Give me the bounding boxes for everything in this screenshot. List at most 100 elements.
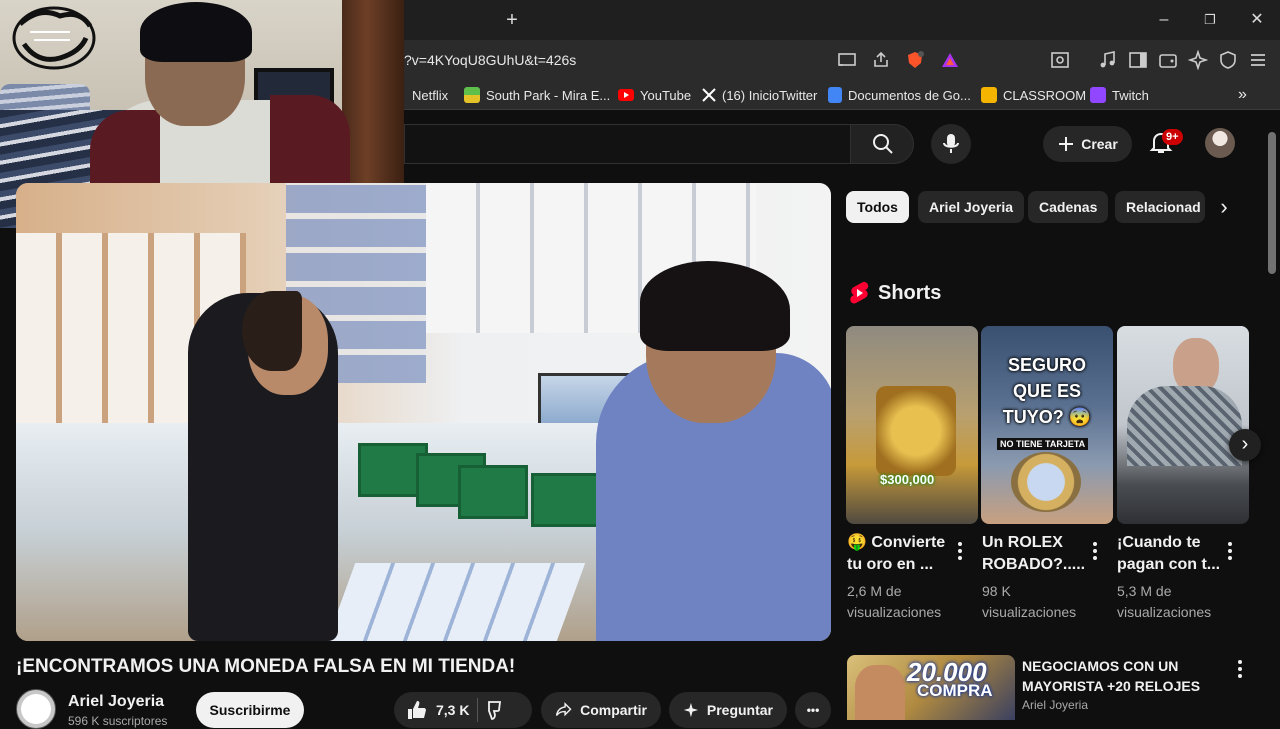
short-views: 98 K visualizaciones: [982, 583, 1077, 620]
video-player[interactable]: [16, 183, 831, 641]
page-scrollbar[interactable]: [1268, 132, 1276, 274]
minimize-button[interactable]: –: [1152, 8, 1176, 32]
bookmark-label: Twitch: [1112, 87, 1149, 103]
wallet-icon[interactable]: [1158, 50, 1178, 70]
classroom-icon: [981, 87, 997, 103]
chip-relacionados[interactable]: Relacionad: [1115, 191, 1205, 223]
account-avatar[interactable]: [1205, 128, 1235, 158]
share-icon[interactable]: [871, 50, 891, 70]
bookmark-youtube[interactable]: YouTube: [618, 86, 691, 104]
channel-avatar[interactable]: [16, 689, 56, 729]
short-title[interactable]: ¡Cuando te pagan con t...: [1117, 532, 1229, 576]
bookmark-twitter[interactable]: (16) InicioTwitter: [702, 86, 817, 104]
thumb-overlay-subtext: COMPRA: [917, 681, 993, 700]
like-button[interactable]: 7,3 K: [406, 699, 469, 721]
person-shirt: [1127, 386, 1242, 466]
more-vert-icon[interactable]: [1235, 658, 1245, 680]
plus-icon: [1059, 137, 1074, 151]
bookmarks-more-button[interactable]: »: [1238, 86, 1247, 104]
share-button[interactable]: Compartir: [541, 692, 661, 728]
like-count: 7,3 K: [436, 702, 470, 718]
video-scene-display-case: [326, 563, 586, 641]
bookmark-netflix[interactable]: Netflix: [412, 86, 448, 104]
more-vert-icon[interactable]: [955, 540, 965, 562]
ask-label: Preguntar: [706, 702, 773, 718]
recommendation-channel[interactable]: Ariel Joyeria: [1022, 698, 1088, 712]
short-views: 2,6 M de visualizaciones: [847, 583, 942, 620]
video-scene-watch-box: [531, 473, 601, 527]
extension-search-icon[interactable]: [1050, 50, 1070, 70]
shorts-heading-label: Shorts: [878, 281, 942, 304]
voice-search-button[interactable]: [931, 124, 971, 164]
bookmark-label: Documentos de Go...: [848, 87, 971, 103]
leo-ai-icon[interactable]: [1188, 50, 1208, 70]
south-park-icon: [464, 87, 480, 103]
close-button[interactable]: ✕: [1245, 8, 1269, 32]
short-overlay-subtext: NO TIENE TARJETA: [997, 438, 1089, 450]
more-vert-icon[interactable]: [1090, 540, 1100, 562]
recommendation-title[interactable]: NEGOCIAMOS CON UN MAYORISTA +20 RELOJES: [1022, 656, 1222, 696]
share-arrow-icon: [555, 702, 572, 717]
chip-todos[interactable]: Todos: [846, 191, 909, 223]
bookmark-classroom[interactable]: CLASSROOM: [981, 86, 1086, 104]
youtube-icon: [618, 89, 634, 101]
twitch-icon: [1090, 87, 1106, 103]
create-button[interactable]: Crear: [1043, 126, 1132, 162]
bookmark-south-park[interactable]: South Park - Mira E...: [464, 86, 610, 104]
person-figure: [855, 665, 905, 720]
search-button[interactable]: [850, 124, 914, 164]
short-thumbnail[interactable]: SEGURO QUE ES TUYO? 😨 NO TIENE TARJETA: [981, 326, 1113, 524]
short-views: 5,3 M de visualizaciones: [1117, 583, 1212, 620]
thumbs-down-icon[interactable]: [486, 699, 508, 721]
subscriber-count: 596 K suscriptores: [68, 714, 168, 728]
short-overlay-text: SEGURO QUE ES TUYO? 😨: [1002, 355, 1092, 427]
rolex-watch: [1011, 452, 1081, 512]
hoodo-boys-logo: [12, 6, 96, 70]
bookmark-label: South Park - Mira E...: [486, 87, 611, 103]
brave-rewards-icon[interactable]: [940, 50, 960, 70]
subscribe-button[interactable]: Suscribirme: [196, 692, 304, 728]
microphone-icon: [943, 134, 959, 153]
new-tab-button[interactable]: +: [500, 8, 524, 32]
more-vert-icon[interactable]: [1225, 540, 1235, 562]
more-actions-button[interactable]: •••: [795, 692, 831, 728]
ask-button[interactable]: Preguntar: [669, 692, 787, 728]
video-title: ¡ENCONTRAMOS UNA MONEDA FALSA EN MI TIEN…: [16, 656, 516, 677]
channel-name[interactable]: Ariel Joyeria: [68, 693, 164, 711]
google-docs-icon: [828, 87, 842, 103]
bookmark-label: CLASSROOM: [1003, 87, 1087, 103]
webcam-door: [342, 0, 404, 210]
sparkle-icon: [683, 702, 699, 718]
gold-pile: [876, 386, 956, 476]
x-icon: [702, 88, 716, 102]
bookmark-label: Netflix: [412, 87, 449, 103]
recommendation-thumbnail[interactable]: 20.000 COMPRA: [847, 655, 1015, 720]
vpn-icon[interactable]: [1218, 50, 1238, 70]
shorts-next-button[interactable]: ›: [1229, 429, 1261, 461]
restore-button[interactable]: ❐: [1198, 8, 1222, 32]
chips-next-button[interactable]: ›: [1208, 193, 1240, 221]
media-control-icon[interactable]: [1098, 50, 1118, 70]
bookmark-google-docs[interactable]: Documentos de Go...: [828, 86, 971, 104]
address-bar-url[interactable]: ?v=4KYoqU8GUhU&t=426s: [404, 52, 576, 68]
chip-ariel-joyeria[interactable]: Ariel Joyeria: [918, 191, 1025, 223]
share-label: Compartir: [580, 702, 647, 718]
short-title[interactable]: Un ROLEX ROBADO?.....: [982, 532, 1094, 576]
search-icon: [873, 134, 893, 154]
chip-cadenas[interactable]: Cadenas: [1028, 191, 1109, 223]
brave-shield-icon[interactable]: [905, 50, 925, 70]
webcam-person-hair: [140, 2, 252, 62]
like-dislike-group: 7,3 K: [394, 692, 532, 728]
sidebar-toggle-icon[interactable]: [1128, 50, 1148, 70]
video-scene-person-hair: [242, 291, 302, 371]
cast-icon[interactable]: [837, 50, 857, 70]
like-divider: [477, 698, 479, 722]
search-input[interactable]: [404, 124, 850, 164]
short-thumbnail[interactable]: $300,000: [846, 326, 978, 524]
bookmark-label: YouTube: [640, 87, 692, 103]
short-overlay-text: $300,000: [880, 472, 935, 487]
bookmark-twitch[interactable]: Twitch: [1090, 86, 1149, 104]
short-title[interactable]: 🤑 Convierte tu oro en ...: [847, 532, 959, 576]
menu-icon[interactable]: [1248, 50, 1268, 70]
short-thumbnail[interactable]: [1117, 326, 1249, 524]
